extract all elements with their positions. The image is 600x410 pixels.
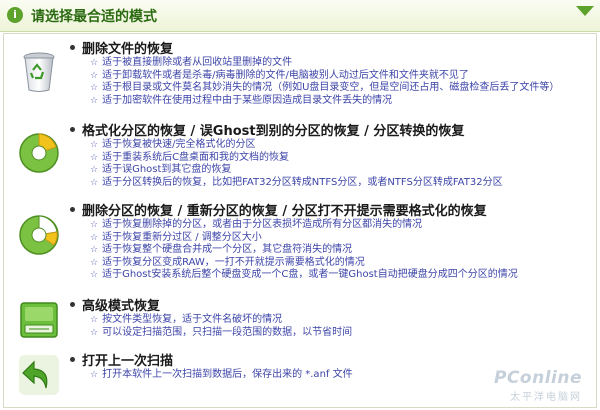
mode-deleted-partition[interactable]: 删除分区的恢复 / 重新分区的恢复 / 分区打不开提示需要格式化的恢复 适于恢复… [4,200,596,292]
mode-title: 删除文件的恢复 [70,38,173,57]
list-item: 适于恢复删除掉的分区，或者由于分区表损坏造成所有分区都消失的情况 [90,219,518,232]
mode-title: 高级模式恢复 [70,295,160,314]
mode-title: 格式化分区的恢复 / 误Ghost到别的分区的恢复 / 分区转换的恢复 [70,120,464,139]
list-item: 适于重装系统后C盘桌面和我的文档的恢复 [90,152,503,165]
partition-recover-icon [16,212,62,258]
watermark-brand: PConline [493,368,582,388]
list-item: 适于恢复分区变成RAW，一打不开就提示需要格式化的情况 [90,257,518,270]
recycle-bin-icon [16,48,62,94]
list-item: 适于恢复被快速/完全格式化的分区 [90,139,503,152]
watermark: PConline 太平洋电脑网 [494,368,582,403]
list-item: 适于误Ghost到其它盘的恢复 [90,164,503,177]
mode-deleted-files[interactable]: 删除文件的恢复 适于被直接删除或者从回收站里删掉的文件 适于卸载软件或者是杀毒/… [4,38,596,118]
list-item: 适于分区转换后的恢复，比如把FAT32分区转成NTFS分区，或者NTFS分区转成… [90,177,503,190]
dialog-header: i 请选择最合适的模式 [0,0,600,32]
list-item: 适于被直接删除或者从回收站里删掉的文件 [90,57,559,70]
back-arrow-icon [16,352,62,398]
list-item: 适于Ghost安装系统后整个硬盘变成一个C盘，或者一键Ghost自动把硬盘分成四… [90,269,518,282]
mode-title: 打开上一次扫描 [70,350,173,369]
hard-drive-icon [16,297,62,343]
mode-advanced[interactable]: 高级模式恢复 按文件类型恢复，适于文件名破坏的情况 可以设定扫描范围，只扫描一段… [4,295,596,345]
mode-formatted-partition[interactable]: 格式化分区的恢复 / 误Ghost到别的分区的恢复 / 分区转换的恢复 适于恢复… [4,120,596,200]
list-item: 适于卸载软件或者是杀毒/病毒删除的文件/电脑被别人动过后文件和文件夹就不见了 [90,70,559,83]
header-title: 请选择最合适的模式 [31,9,157,25]
list-item: 适于恢复整个硬盘合并成一个分区，其它盘符消失的情况 [90,244,518,257]
list-item: 适于根目录或文件莫名其妙消失的情况（例如U盘目录变空，但是空间还占用、磁盘检查后… [90,82,559,95]
partition-format-icon [16,130,62,176]
list-item: 适于恢复重新分过区 / 调整分区大小 [90,232,518,245]
list-item: 适于加密软件在使用过程中由于某些原因造成目录文件丢失的情况 [90,95,559,108]
info-icon: i [7,7,23,23]
list-item: 可以设定扫描范围，只扫描一段范围的数据，以节省时间 [90,327,352,340]
watermark-subtitle: 太平洋电脑网 [510,392,582,403]
list-item: 按文件类型恢复，适于文件名破坏的情况 [90,314,352,327]
list-item: 打开本软件上一次扫描到数据后，保存出来的 *.anf 文件 [90,369,353,382]
mode-title: 删除分区的恢复 / 重新分区的恢复 / 分区打不开提示需要格式化的恢复 [70,200,487,219]
collapse-arrow-icon[interactable] [576,6,594,16]
mode-list: 删除文件的恢复 适于被直接删除或者从回收站里删掉的文件 适于卸载软件或者是杀毒/… [3,33,597,408]
